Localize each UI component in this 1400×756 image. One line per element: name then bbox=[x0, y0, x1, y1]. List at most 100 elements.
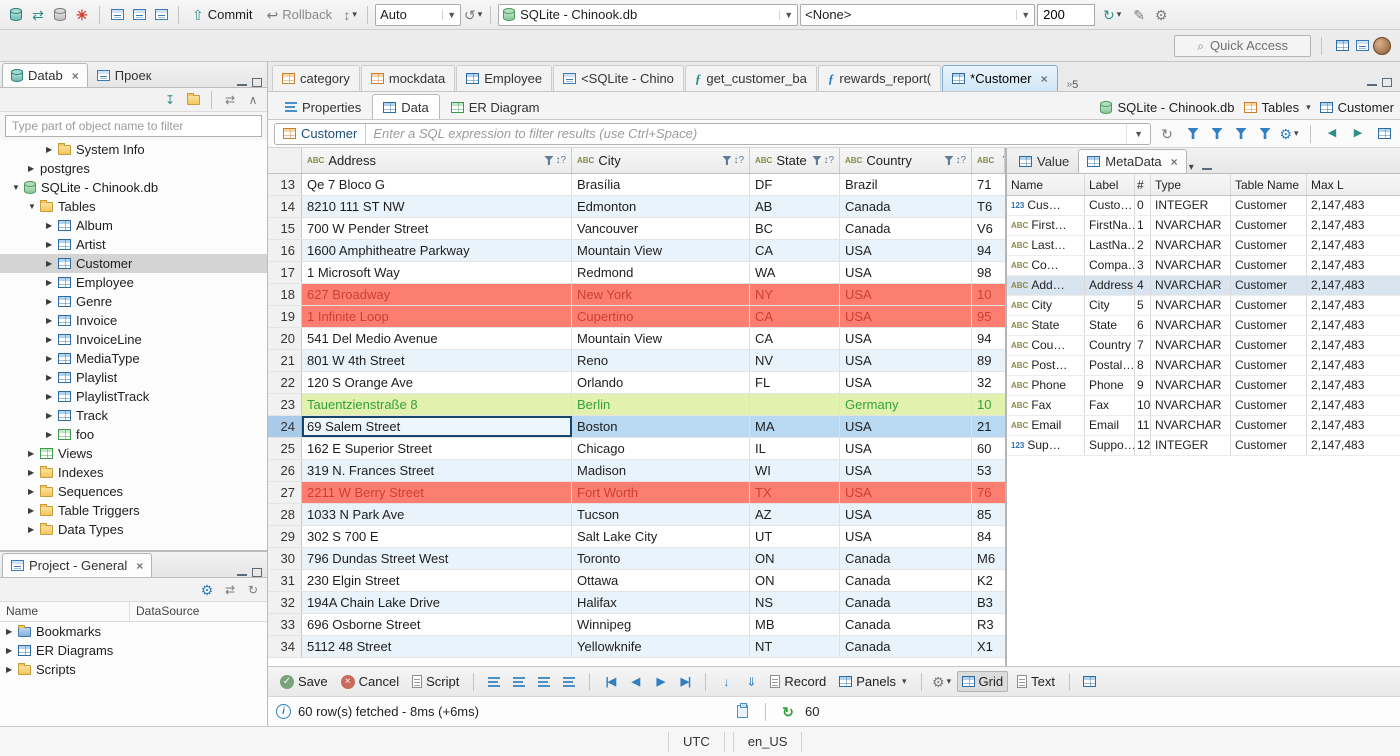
table-cell[interactable]: USA bbox=[840, 438, 972, 459]
table-cell[interactable]: Orlando bbox=[572, 372, 750, 393]
expander-icon[interactable]: ▶ bbox=[28, 444, 40, 463]
table-cell[interactable]: 627 Broadway bbox=[302, 284, 572, 305]
expander-icon[interactable]: ▶ bbox=[46, 292, 58, 311]
table-cell[interactable]: IL bbox=[750, 438, 840, 459]
table-cell[interactable]: 1600 Amphitheatre Parkway bbox=[302, 240, 572, 261]
tree-item[interactable]: ▶ Employee bbox=[0, 273, 267, 292]
duplicate-row-icon[interactable] bbox=[534, 672, 554, 692]
metadata-row[interactable]: ABC Add… Address 4 NVARCHAR Customer 2,147,483 bbox=[1007, 276, 1400, 296]
table-cell[interactable]: USA bbox=[840, 416, 972, 437]
table-cell[interactable]: DF bbox=[750, 174, 840, 195]
sort-icon[interactable]: ↕? bbox=[733, 155, 744, 166]
table-cell[interactable]: Brazil bbox=[840, 174, 972, 195]
auto-refresh-icon[interactable]: ↻ bbox=[778, 702, 798, 722]
row-number[interactable]: 27 bbox=[268, 482, 302, 503]
tree-item[interactable]: ▶ foo bbox=[0, 425, 267, 444]
bookmark-icon[interactable] bbox=[1374, 124, 1394, 144]
table-cell[interactable]: 1033 N Park Ave bbox=[302, 504, 572, 525]
tab-properties[interactable]: Properties bbox=[274, 94, 372, 119]
record-toggle[interactable]: Record bbox=[766, 672, 830, 691]
expander-icon[interactable]: ▶ bbox=[46, 140, 58, 159]
maximize-icon[interactable] bbox=[252, 78, 262, 87]
new-folder-icon[interactable] bbox=[183, 90, 203, 110]
expander-icon[interactable]: ▶ bbox=[46, 235, 58, 254]
edit-cell-icon[interactable] bbox=[484, 672, 504, 692]
editor-tab[interactable]: ƒ rewards_report( bbox=[817, 65, 942, 91]
row-number[interactable]: 18 bbox=[268, 284, 302, 305]
table-cell[interactable]: 541 Del Medio Avenue bbox=[302, 328, 572, 349]
tree-item[interactable]: ▶ Data Types bbox=[0, 520, 267, 539]
table-cell[interactable]: 98 bbox=[972, 262, 1005, 283]
row-number[interactable]: 29 bbox=[268, 526, 302, 547]
table-cell[interactable]: AB bbox=[750, 196, 840, 217]
expander-icon[interactable]: ▶ bbox=[28, 482, 40, 501]
table-cell[interactable]: 1 Infinite Loop bbox=[302, 306, 572, 327]
table-cell[interactable]: 302 S 700 E bbox=[302, 526, 572, 547]
table-cell[interactable]: USA bbox=[840, 526, 972, 547]
column-header[interactable]: ABC State ↕? bbox=[750, 148, 840, 173]
table-cell[interactable]: 84 bbox=[972, 526, 1005, 547]
first-row-button[interactable]: |◀ bbox=[600, 672, 620, 692]
add-row-icon[interactable] bbox=[509, 672, 529, 692]
row-number[interactable]: 15 bbox=[268, 218, 302, 239]
filter-icon[interactable] bbox=[722, 156, 732, 165]
table-cell[interactable]: USA bbox=[840, 372, 972, 393]
tree-item[interactable]: ▶ System Info bbox=[0, 140, 267, 159]
table-cell[interactable]: 230 Elgin Street bbox=[302, 570, 572, 591]
table-cell[interactable]: NS bbox=[750, 592, 840, 613]
table-cell[interactable]: Boston bbox=[572, 416, 750, 437]
row-number[interactable]: 14 bbox=[268, 196, 302, 217]
metadata-row[interactable]: 123 Sup… Suppo… 12 INTEGER Customer 2,147,483 bbox=[1007, 436, 1400, 456]
table-cell[interactable]: 801 W 4th Street bbox=[302, 350, 572, 371]
grid-view-toggle[interactable]: Grid bbox=[956, 671, 1009, 692]
tab-value[interactable]: Value bbox=[1010, 149, 1078, 173]
expander-icon[interactable]: ▶ bbox=[46, 216, 58, 235]
row-number[interactable]: 19 bbox=[268, 306, 302, 327]
table-cell[interactable]: Canada bbox=[840, 218, 972, 239]
link-with-editor-icon[interactable]: ⇄ bbox=[220, 90, 240, 110]
transaction-mode-icon[interactable]: ↕ ▾ bbox=[340, 5, 360, 25]
column-header[interactable]: ABC Address ↕? bbox=[302, 148, 572, 173]
text-view-toggle[interactable]: Text bbox=[1013, 672, 1059, 691]
table-cell[interactable]: Berlin bbox=[572, 394, 750, 415]
filter-apply-icon[interactable] bbox=[1183, 124, 1203, 144]
filter-edit-icon[interactable] bbox=[1255, 124, 1275, 144]
expander-icon[interactable]: ▶ bbox=[28, 159, 40, 178]
tab-metadata[interactable]: MetaData × bbox=[1078, 149, 1187, 173]
row-number[interactable]: 20 bbox=[268, 328, 302, 349]
settings-icon[interactable]: ⚙ bbox=[1151, 5, 1171, 25]
row-number[interactable]: 13 bbox=[268, 174, 302, 195]
filter-icon[interactable] bbox=[944, 156, 954, 165]
tab-overflow-button[interactable]: » 5 bbox=[1063, 79, 1083, 91]
table-cell[interactable]: USA bbox=[840, 306, 972, 327]
table-cell[interactable]: ON bbox=[750, 570, 840, 591]
collapse-all-icon[interactable]: ∧ bbox=[243, 90, 263, 110]
table-cell[interactable]: Yellowknife bbox=[572, 636, 750, 657]
filter-entity-chip[interactable]: Customer bbox=[275, 123, 367, 144]
editor-tab[interactable]: mockdata bbox=[360, 65, 456, 91]
table-cell[interactable]: 162 E Superior Street bbox=[302, 438, 572, 459]
metadata-row[interactable]: ABC State State 6 NVARCHAR Customer 2,147,483 bbox=[1007, 316, 1400, 336]
commit-mode-select[interactable]: Auto ▼ bbox=[375, 3, 462, 26]
table-cell[interactable]: 10 bbox=[972, 394, 1005, 415]
metadata-row[interactable]: ABC Co… Compa… 3 NVARCHAR Customer 2,147,483 bbox=[1007, 256, 1400, 276]
table-cell[interactable]: Qe 7 Bloco G bbox=[302, 174, 572, 195]
metadata-column-header[interactable]: Label bbox=[1085, 174, 1135, 195]
import-connection-icon[interactable]: ↧ bbox=[160, 90, 180, 110]
tree-item[interactable]: ▶ Album bbox=[0, 216, 267, 235]
table-cell[interactable]: Canada bbox=[840, 570, 972, 591]
script-button[interactable]: Script bbox=[408, 672, 463, 691]
back-icon[interactable]: ◀ bbox=[1322, 124, 1342, 144]
metadata-column-header[interactable]: Table Name bbox=[1231, 174, 1307, 195]
metadata-row[interactable]: 123 Cus… Custo… 0 INTEGER Customer 2,147,483 bbox=[1007, 196, 1400, 216]
tab-er-diagram[interactable]: ER Diagram bbox=[440, 94, 551, 119]
table-cell[interactable]: Reno bbox=[572, 350, 750, 371]
refresh-icon[interactable]: ↻ bbox=[243, 580, 263, 600]
table-cell[interactable]: 319 N. Frances Street bbox=[302, 460, 572, 481]
table-cell[interactable]: Tucson bbox=[572, 504, 750, 525]
list-item[interactable]: ▶ Bookmarks bbox=[0, 622, 267, 641]
calc-panel-icon[interactable] bbox=[1080, 672, 1100, 692]
table-cell[interactable]: USA bbox=[840, 328, 972, 349]
metadata-column-header[interactable]: Type bbox=[1151, 174, 1231, 195]
table-cell[interactable]: Salt Lake City bbox=[572, 526, 750, 547]
